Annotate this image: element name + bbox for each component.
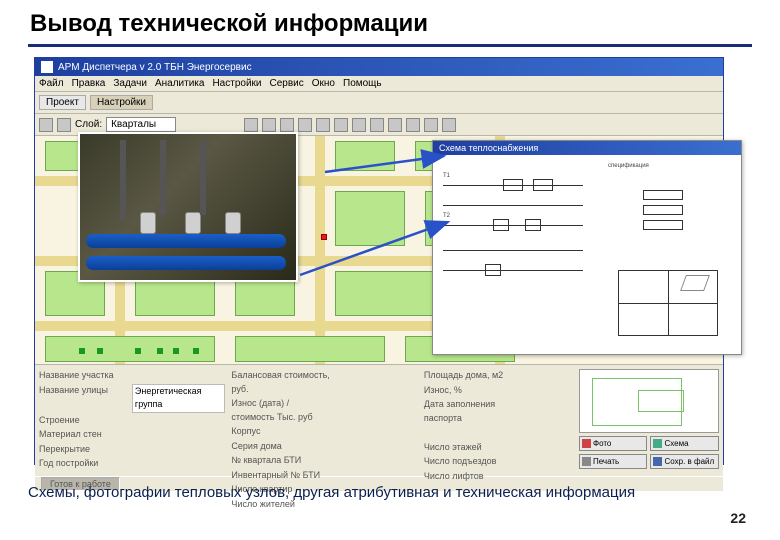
- attr-col-1: Название участка Название улицыЭнергетич…: [39, 369, 225, 472]
- attr-col-3: Площадь дома, м2 Износ, % Дата заполнени…: [424, 369, 573, 472]
- menu-service[interactable]: Сервис: [270, 78, 304, 89]
- diagram-titlebar: Схема теплоснабжения: [433, 141, 741, 155]
- attr-label: Балансовая стоимость, руб.: [231, 369, 334, 396]
- map-marker[interactable]: [135, 348, 141, 354]
- attr-label: Год постройки: [39, 457, 142, 471]
- scheme-button[interactable]: Схема: [650, 436, 719, 451]
- attr-label: Дата заполнения паспорта: [424, 398, 506, 425]
- attr-label: Число подъездов: [424, 455, 506, 469]
- map-marker[interactable]: [193, 348, 199, 354]
- attr-label: Площадь дома, м2: [424, 369, 506, 383]
- attributes-panel: Название участка Название улицыЭнергетич…: [35, 364, 723, 476]
- attr-actions: Фото Схема Печать Сохр. в файл: [579, 369, 719, 472]
- tool-icon[interactable]: [57, 118, 71, 132]
- menu-window[interactable]: Окно: [312, 78, 335, 89]
- attr-label: Число этажей: [424, 441, 506, 455]
- page-number: 22: [730, 510, 746, 526]
- attr-label: Серия дома: [231, 440, 334, 454]
- photo-icon: [582, 439, 591, 448]
- map-marker[interactable]: [321, 234, 327, 240]
- slide-caption: Схемы, фотографии тепловых узлов, другая…: [28, 484, 635, 501]
- tool-icon[interactable]: [352, 118, 366, 132]
- menu-file[interactable]: Файл: [39, 78, 64, 89]
- attr-label: Корпус: [231, 425, 334, 439]
- app-icon: [41, 61, 53, 73]
- tool-icon[interactable]: [244, 118, 258, 132]
- save-button[interactable]: Сохр. в файл: [650, 454, 719, 469]
- tool-icon[interactable]: [316, 118, 330, 132]
- tool-icon[interactable]: [334, 118, 348, 132]
- attr-label: Износ (дата) / стоимость Тыс. руб: [231, 397, 334, 424]
- tool-icon[interactable]: [388, 118, 402, 132]
- diagram-popup[interactable]: Схема теплоснабжения Т1 Т2 спецификация: [432, 140, 742, 355]
- layer-label: Слой:: [75, 119, 102, 130]
- layer-select[interactable]: Кварталы: [106, 117, 176, 132]
- tool-icon[interactable]: [424, 118, 438, 132]
- attr-label: Число лифтов: [424, 470, 506, 484]
- settings-button[interactable]: Настройки: [90, 95, 153, 110]
- menu-analytics[interactable]: Аналитика: [155, 78, 205, 89]
- scheme-icon: [653, 439, 662, 448]
- tool-icon[interactable]: [442, 118, 456, 132]
- save-icon: [653, 457, 662, 466]
- attr-label: № квартала БТИ: [231, 454, 334, 468]
- attr-label: Строение: [39, 414, 142, 428]
- map-marker[interactable]: [79, 348, 85, 354]
- menu-edit[interactable]: Правка: [72, 78, 106, 89]
- photo-button[interactable]: Фото: [579, 436, 648, 451]
- titlebar: АРМ Диспетчера v 2.0 ТБН Энергосервис: [35, 58, 723, 76]
- attr-label: Название участка: [39, 369, 142, 383]
- photo-popup[interactable]: [78, 132, 298, 282]
- attr-label: Название улицы: [39, 384, 132, 413]
- diagram-body: Т1 Т2 спецификация: [433, 155, 741, 352]
- menu-help[interactable]: Помощь: [343, 78, 382, 89]
- tool-icon[interactable]: [262, 118, 276, 132]
- print-icon: [582, 457, 591, 466]
- title-divider: [28, 44, 752, 47]
- menu-tasks[interactable]: Задачи: [113, 78, 147, 89]
- attr-value[interactable]: Энергетическая группа: [132, 384, 226, 413]
- plan-thumbnail[interactable]: [579, 369, 719, 433]
- menubar: Файл Правка Задачи Аналитика Настройки С…: [35, 76, 723, 92]
- attr-label: Материал стен: [39, 428, 142, 442]
- tool-icon[interactable]: [39, 118, 53, 132]
- attr-label: Перекрытие: [39, 443, 142, 457]
- tool-icon[interactable]: [406, 118, 420, 132]
- map-marker[interactable]: [157, 348, 163, 354]
- map-marker[interactable]: [173, 348, 179, 354]
- slide-title: Вывод технической информации: [30, 10, 752, 38]
- tool-icon[interactable]: [298, 118, 312, 132]
- attr-col-2: Балансовая стоимость, руб. Износ (дата) …: [231, 369, 417, 472]
- tool-icon[interactable]: [370, 118, 384, 132]
- attr-label: Инвентарный № БТИ: [231, 469, 334, 483]
- window-title: АРМ Диспетчера v 2.0 ТБН Энергосервис: [58, 62, 252, 73]
- project-button[interactable]: Проект: [39, 95, 86, 110]
- menu-settings[interactable]: Настройки: [212, 78, 261, 89]
- print-button[interactable]: Печать: [579, 454, 648, 469]
- toolbar-primary: Проект Настройки: [35, 92, 723, 114]
- map-marker[interactable]: [97, 348, 103, 354]
- tool-icon[interactable]: [280, 118, 294, 132]
- attr-label: Износ, %: [424, 384, 506, 398]
